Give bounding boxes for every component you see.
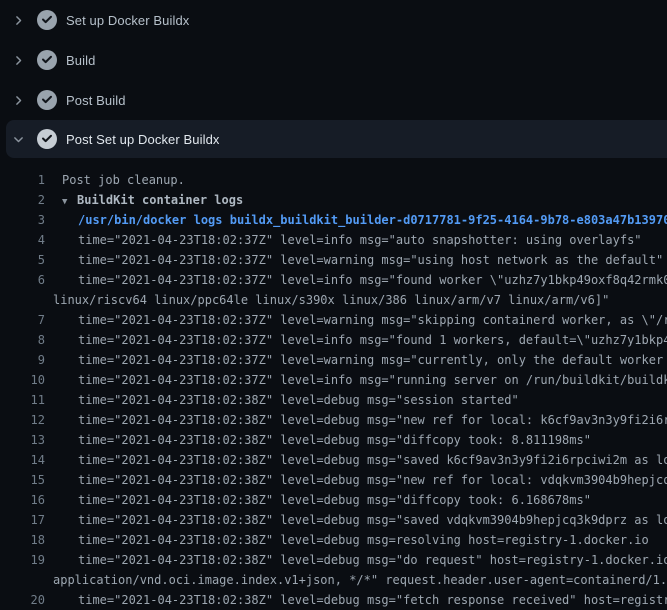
log-line-text: time="2021-04-23T18:02:38Z" level=debug … bbox=[45, 530, 649, 550]
log-row: 8 time="2021-04-23T18:02:37Z" level=info… bbox=[0, 330, 667, 350]
log-row: 4 time="2021-04-23T18:02:37Z" level=info… bbox=[0, 230, 667, 250]
step-label: Set up Docker Buildx bbox=[66, 13, 189, 28]
log-line-number[interactable]: 6 bbox=[0, 270, 45, 290]
log-line-text: time="2021-04-23T18:02:38Z" level=debug … bbox=[45, 590, 667, 610]
chevron-right-icon[interactable] bbox=[10, 92, 26, 108]
log-row: 14 time="2021-04-23T18:02:38Z" level=deb… bbox=[0, 450, 667, 470]
log-viewer: 1 Post job cleanup. 2 ▼BuildKit containe… bbox=[0, 158, 667, 610]
group-triangle-icon[interactable]: ▼ bbox=[62, 192, 77, 212]
log-row: 9 time="2021-04-23T18:02:37Z" level=warn… bbox=[0, 350, 667, 370]
log-row: 15 time="2021-04-23T18:02:38Z" level=deb… bbox=[0, 470, 667, 490]
log-line-number[interactable]: 3 bbox=[0, 210, 45, 230]
log-line-number[interactable]: 2 bbox=[0, 190, 45, 210]
log-line-text[interactable]: BuildKit container logs bbox=[77, 193, 243, 207]
log-line-number[interactable]: 14 bbox=[0, 450, 45, 470]
log-line-text: time="2021-04-23T18:02:37Z" level=info m… bbox=[45, 330, 667, 350]
step-row-expanded[interactable]: Post Set up Docker Buildx bbox=[6, 120, 667, 158]
log-row: 13 time="2021-04-23T18:02:38Z" level=deb… bbox=[0, 430, 667, 450]
log-row: 20 time="2021-04-23T18:02:38Z" level=deb… bbox=[0, 590, 667, 610]
log-line-text: time="2021-04-23T18:02:38Z" level=debug … bbox=[45, 410, 667, 430]
log-line-number[interactable]: 18 bbox=[0, 530, 45, 550]
log-row: linux/riscv64 linux/ppc64le linux/s390x … bbox=[0, 290, 667, 310]
log-line-number[interactable]: 7 bbox=[0, 310, 45, 330]
step-label: Post Set up Docker Buildx bbox=[66, 132, 220, 147]
log-row: 12 time="2021-04-23T18:02:38Z" level=deb… bbox=[0, 410, 667, 430]
log-line-text: time="2021-04-23T18:02:38Z" level=debug … bbox=[45, 470, 667, 490]
log-line-text: linux/riscv64 linux/ppc64le linux/s390x … bbox=[45, 290, 609, 310]
log-line-number[interactable]: 11 bbox=[0, 390, 45, 410]
steps-list: Set up Docker Buildx Build Post Build Po… bbox=[0, 0, 667, 158]
log-row: application/vnd.oci.image.index.v1+json,… bbox=[0, 570, 667, 590]
log-line-text: time="2021-04-23T18:02:37Z" level=info m… bbox=[45, 230, 642, 250]
check-circle-icon bbox=[37, 90, 57, 110]
log-line-number[interactable]: 19 bbox=[0, 550, 45, 570]
log-line-text: time="2021-04-23T18:02:38Z" level=debug … bbox=[45, 430, 591, 450]
log-line-text: time="2021-04-23T18:02:38Z" level=debug … bbox=[45, 450, 667, 470]
log-line-number[interactable]: 5 bbox=[0, 250, 45, 270]
log-line-number[interactable]: 9 bbox=[0, 350, 45, 370]
log-line-number[interactable] bbox=[0, 290, 45, 310]
log-line-text: Post job cleanup. bbox=[45, 170, 185, 190]
step-row-collapsed[interactable]: Post Build bbox=[0, 80, 667, 120]
log-line-text: time="2021-04-23T18:02:37Z" level=info m… bbox=[45, 370, 667, 390]
log-line-text: ▼BuildKit container logs bbox=[45, 190, 243, 210]
check-circle-icon bbox=[37, 50, 57, 70]
check-circle-icon bbox=[37, 10, 57, 30]
log-row: 2 ▼BuildKit container logs bbox=[0, 190, 667, 210]
step-row-collapsed[interactable]: Set up Docker Buildx bbox=[0, 0, 667, 40]
step-row-collapsed[interactable]: Build bbox=[0, 40, 667, 80]
chevron-down-icon[interactable] bbox=[10, 131, 26, 147]
log-row: 17 time="2021-04-23T18:02:38Z" level=deb… bbox=[0, 510, 667, 530]
log-row: 11 time="2021-04-23T18:02:38Z" level=deb… bbox=[0, 390, 667, 410]
log-line-text: time="2021-04-23T18:02:37Z" level=info m… bbox=[45, 270, 667, 290]
log-line-text[interactable]: /usr/bin/docker logs buildx_buildkit_bui… bbox=[45, 210, 667, 230]
log-row: 18 time="2021-04-23T18:02:38Z" level=deb… bbox=[0, 530, 667, 550]
log-row: 10 time="2021-04-23T18:02:37Z" level=inf… bbox=[0, 370, 667, 390]
log-line-text: time="2021-04-23T18:02:38Z" level=debug … bbox=[45, 490, 591, 510]
log-line-number[interactable]: 15 bbox=[0, 470, 45, 490]
log-line-number[interactable]: 8 bbox=[0, 330, 45, 350]
log-line-number[interactable]: 1 bbox=[0, 170, 45, 190]
log-line-number[interactable]: 13 bbox=[0, 430, 45, 450]
log-row: 7 time="2021-04-23T18:02:37Z" level=warn… bbox=[0, 310, 667, 330]
log-row: 6 time="2021-04-23T18:02:37Z" level=info… bbox=[0, 270, 667, 290]
log-line-number[interactable]: 20 bbox=[0, 590, 45, 610]
log-line-text: time="2021-04-23T18:02:37Z" level=warnin… bbox=[45, 250, 663, 270]
log-line-text: time="2021-04-23T18:02:37Z" level=warnin… bbox=[45, 310, 667, 330]
step-label: Build bbox=[66, 53, 95, 68]
chevron-right-icon[interactable] bbox=[10, 12, 26, 28]
log-line-number[interactable]: 16 bbox=[0, 490, 45, 510]
log-row: 3 /usr/bin/docker logs buildx_buildkit_b… bbox=[0, 210, 667, 230]
log-row: 1 Post job cleanup. bbox=[0, 170, 667, 190]
log-line-number[interactable]: 4 bbox=[0, 230, 45, 250]
check-circle-icon bbox=[37, 129, 57, 149]
log-row: 19 time="2021-04-23T18:02:38Z" level=deb… bbox=[0, 550, 667, 570]
log-line-number[interactable]: 17 bbox=[0, 510, 45, 530]
log-row: 5 time="2021-04-23T18:02:37Z" level=warn… bbox=[0, 250, 667, 270]
log-line-text: time="2021-04-23T18:02:37Z" level=warnin… bbox=[45, 350, 667, 370]
log-line-text: time="2021-04-23T18:02:38Z" level=debug … bbox=[45, 550, 667, 570]
log-line-number[interactable]: 10 bbox=[0, 370, 45, 390]
log-line-number[interactable]: 12 bbox=[0, 410, 45, 430]
log-line-text: application/vnd.oci.image.index.v1+json,… bbox=[45, 570, 667, 590]
chevron-right-icon[interactable] bbox=[10, 52, 26, 68]
log-row: 16 time="2021-04-23T18:02:38Z" level=deb… bbox=[0, 490, 667, 510]
step-label: Post Build bbox=[66, 93, 126, 108]
log-line-number[interactable] bbox=[0, 570, 45, 590]
log-line-text: time="2021-04-23T18:02:38Z" level=debug … bbox=[45, 510, 667, 530]
log-line-text: time="2021-04-23T18:02:38Z" level=debug … bbox=[45, 390, 519, 410]
